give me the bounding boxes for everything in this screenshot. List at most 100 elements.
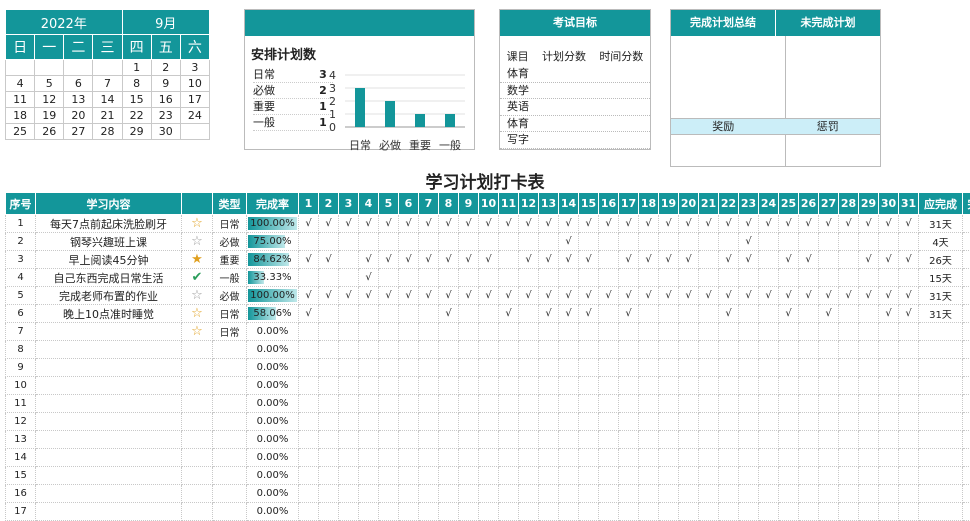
day-check-cell[interactable]	[579, 449, 599, 467]
task-priority-icon[interactable]: ☆	[182, 305, 213, 323]
day-check-cell[interactable]	[779, 395, 799, 413]
day-check-cell[interactable]	[399, 395, 419, 413]
day-check-cell[interactable]	[699, 359, 719, 377]
day-check-cell[interactable]: √	[319, 287, 339, 305]
day-check-cell[interactable]: √	[799, 251, 819, 269]
day-check-cell[interactable]	[739, 305, 759, 323]
day-check-cell[interactable]	[379, 467, 399, 485]
task-content[interactable]	[36, 467, 182, 485]
day-check-cell[interactable]	[779, 485, 799, 503]
day-check-cell[interactable]: √	[559, 215, 579, 233]
day-check-cell[interactable]	[839, 377, 859, 395]
day-check-cell[interactable]	[639, 413, 659, 431]
day-check-cell[interactable]	[499, 413, 519, 431]
day-check-cell[interactable]: √	[459, 215, 479, 233]
calendar-day[interactable]: 6	[64, 76, 93, 92]
day-check-cell[interactable]	[459, 341, 479, 359]
day-check-cell[interactable]	[439, 449, 459, 467]
day-check-cell[interactable]	[499, 431, 519, 449]
day-check-cell[interactable]	[839, 467, 859, 485]
day-check-cell[interactable]	[719, 269, 739, 287]
day-check-cell[interactable]	[639, 323, 659, 341]
day-check-cell[interactable]	[399, 269, 419, 287]
day-check-cell[interactable]	[679, 269, 699, 287]
day-check-cell[interactable]	[539, 323, 559, 341]
day-check-cell[interactable]: √	[339, 287, 359, 305]
day-check-cell[interactable]	[859, 431, 879, 449]
day-check-cell[interactable]	[339, 431, 359, 449]
day-check-cell[interactable]	[559, 413, 579, 431]
task-priority-icon[interactable]	[182, 413, 213, 431]
day-check-cell[interactable]	[799, 305, 819, 323]
day-check-cell[interactable]	[839, 251, 859, 269]
day-check-cell[interactable]: √	[619, 215, 639, 233]
day-check-cell[interactable]	[519, 359, 539, 377]
day-check-cell[interactable]	[479, 359, 499, 377]
day-check-cell[interactable]	[679, 233, 699, 251]
calendar-day[interactable]: 21	[93, 108, 122, 124]
day-check-cell[interactable]	[579, 485, 599, 503]
day-check-cell[interactable]	[439, 503, 459, 521]
day-check-cell[interactable]	[639, 503, 659, 521]
day-check-cell[interactable]	[479, 413, 499, 431]
day-check-cell[interactable]	[679, 467, 699, 485]
day-check-cell[interactable]	[719, 413, 739, 431]
day-check-cell[interactable]	[839, 233, 859, 251]
day-check-cell[interactable]	[579, 359, 599, 377]
day-check-cell[interactable]	[399, 341, 419, 359]
task-type[interactable]: 一般	[213, 269, 247, 287]
calendar-day[interactable]: 20	[64, 108, 93, 124]
day-check-cell[interactable]: √	[399, 287, 419, 305]
day-check-cell[interactable]	[559, 377, 579, 395]
day-check-cell[interactable]	[519, 467, 539, 485]
day-check-cell[interactable]	[339, 233, 359, 251]
day-check-cell[interactable]: √	[559, 287, 579, 305]
day-check-cell[interactable]: √	[859, 215, 879, 233]
day-check-cell[interactable]	[619, 323, 639, 341]
day-check-cell[interactable]: √	[399, 251, 419, 269]
task-content[interactable]	[36, 503, 182, 521]
day-check-cell[interactable]	[299, 323, 319, 341]
day-check-cell[interactable]	[839, 503, 859, 521]
day-check-cell[interactable]	[719, 449, 739, 467]
day-check-cell[interactable]: √	[859, 251, 879, 269]
day-check-cell[interactable]	[419, 341, 439, 359]
day-check-cell[interactable]	[699, 305, 719, 323]
day-check-cell[interactable]	[899, 359, 919, 377]
day-check-cell[interactable]	[519, 269, 539, 287]
day-check-cell[interactable]: √	[879, 287, 899, 305]
day-check-cell[interactable]	[499, 323, 519, 341]
day-check-cell[interactable]	[439, 377, 459, 395]
day-check-cell[interactable]	[439, 413, 459, 431]
day-check-cell[interactable]	[679, 413, 699, 431]
day-check-cell[interactable]	[879, 341, 899, 359]
task-priority-icon[interactable]	[182, 395, 213, 413]
day-check-cell[interactable]	[419, 395, 439, 413]
day-check-cell[interactable]	[799, 269, 819, 287]
day-check-cell[interactable]: √	[299, 251, 319, 269]
day-check-cell[interactable]	[899, 467, 919, 485]
day-check-cell[interactable]	[739, 413, 759, 431]
day-check-cell[interactable]	[499, 467, 519, 485]
day-check-cell[interactable]	[479, 269, 499, 287]
day-check-cell[interactable]	[799, 341, 819, 359]
day-check-cell[interactable]	[359, 341, 379, 359]
task-content[interactable]: 每天7点前起床洗脸刷牙	[36, 215, 182, 233]
task-priority-icon[interactable]: ★	[182, 251, 213, 269]
day-check-cell[interactable]	[699, 395, 719, 413]
day-check-cell[interactable]	[639, 341, 659, 359]
day-check-cell[interactable]	[719, 341, 739, 359]
day-check-cell[interactable]	[859, 377, 879, 395]
day-check-cell[interactable]	[339, 341, 359, 359]
day-check-cell[interactable]: √	[719, 287, 739, 305]
day-check-cell[interactable]	[899, 395, 919, 413]
day-check-cell[interactable]	[519, 323, 539, 341]
day-check-cell[interactable]	[779, 377, 799, 395]
day-check-cell[interactable]	[379, 413, 399, 431]
day-check-cell[interactable]	[899, 503, 919, 521]
task-priority-icon[interactable]	[182, 377, 213, 395]
task-type[interactable]: 日常	[213, 215, 247, 233]
day-check-cell[interactable]	[419, 305, 439, 323]
day-check-cell[interactable]	[639, 269, 659, 287]
day-check-cell[interactable]	[759, 377, 779, 395]
